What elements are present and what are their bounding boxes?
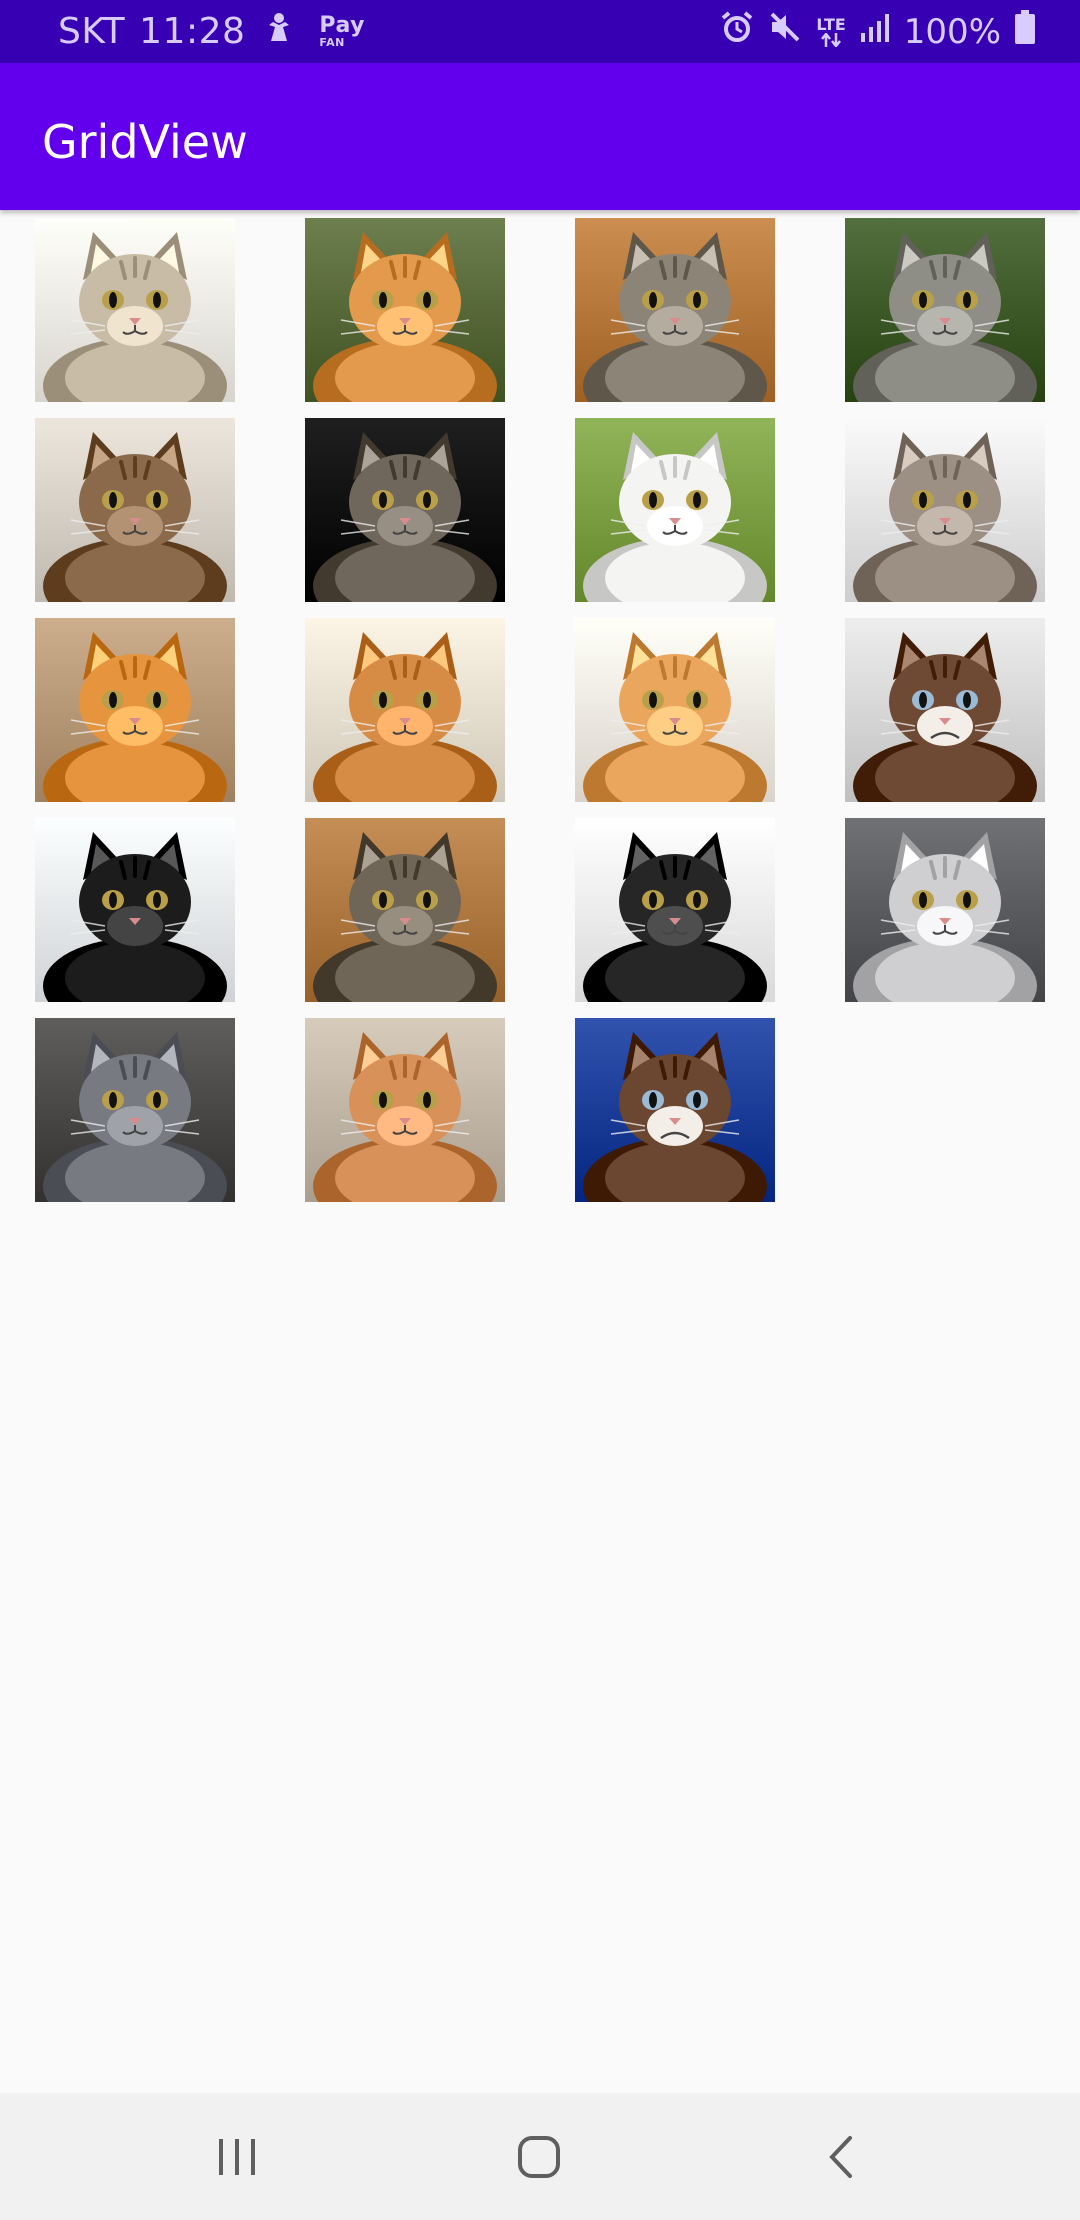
grid-item-6[interactable] [305,418,505,602]
grid-item-10[interactable] [305,618,505,802]
grid-item-8[interactable] [845,418,1045,602]
recent-apps-button[interactable] [157,2093,317,2220]
mute-icon [768,10,802,53]
signal-icon [860,12,890,52]
cat-image [35,618,235,802]
grid-item-12[interactable] [845,618,1045,802]
clock: 11:28 [139,11,246,52]
battery-icon [1015,10,1035,53]
grid-item-14[interactable] [305,818,505,1002]
image-grid [35,218,1045,1202]
app-bar: GridView [0,63,1080,210]
home-button[interactable] [459,2093,619,2220]
cat-image [305,418,505,602]
grid-item-19[interactable] [575,1018,775,1202]
pay-icon: Pay FAN [319,13,365,49]
grid-item-7[interactable] [575,418,775,602]
cat-image [575,218,775,402]
grid-item-17[interactable] [35,1018,235,1202]
cat-image [845,818,1045,1002]
back-icon [829,2135,852,2178]
cat-image [35,1018,235,1202]
figure-icon [265,11,293,52]
grid-item-9[interactable] [35,618,235,802]
cat-and-dog-image [575,618,775,802]
battery-percent: 100% [903,11,1001,52]
cat-image [35,818,235,1002]
status-left: SKT 11:28 Pay FAN [58,11,365,52]
cat-image [305,618,505,802]
grid-item-11[interactable] [575,618,775,802]
carrier-time: SKT 11:28 [58,11,245,52]
grid-item-16[interactable] [845,818,1045,1002]
cat-image [305,818,505,1002]
status-bar: SKT 11:28 Pay FAN LTE 100% [0,0,1080,63]
cat-image [305,218,505,402]
grumpy-cat-image [575,1018,775,1202]
grid-item-3[interactable] [575,218,775,402]
lte-icon: LTE [816,16,846,47]
cat-image [35,218,235,402]
grid-item-15[interactable] [575,818,775,1002]
grid-item-4[interactable] [845,218,1045,402]
grid-item-13[interactable] [35,818,235,1002]
status-right: LTE 100% [720,10,1035,53]
grumpy-cat-image [845,618,1045,802]
app-title: GridView [42,114,248,169]
cat-image [305,1018,505,1202]
back-button[interactable] [761,2093,921,2220]
alarm-icon [720,10,754,53]
cat-image [845,418,1045,602]
carrier-label: SKT [58,11,126,52]
grid-item-18[interactable] [305,1018,505,1202]
cat-image [575,818,775,1002]
home-icon [518,2135,560,2178]
grid-item-5[interactable] [35,418,235,602]
navigation-bar [0,2093,1080,2220]
grid-item-2[interactable] [305,218,505,402]
cat-image [845,218,1045,402]
cat-image [575,418,775,602]
cat-image [35,418,235,602]
grid-item-1[interactable] [35,218,235,402]
recent-apps-icon [219,2138,255,2175]
